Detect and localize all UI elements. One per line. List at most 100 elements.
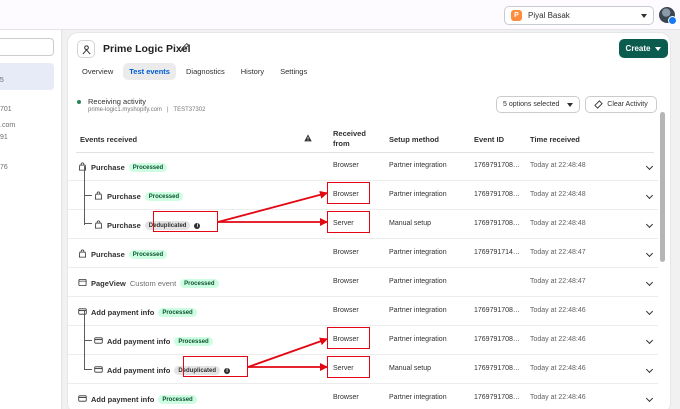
event-name-cell: Add payment info Processed xyxy=(78,307,197,318)
column-header-time: Time received xyxy=(530,135,580,144)
event-filter-select[interactable]: 5 options selected xyxy=(496,96,580,113)
warning-icon xyxy=(304,134,312,144)
page-icon xyxy=(78,278,87,289)
column-header-event-id: Event ID xyxy=(474,135,505,144)
chevron-down-icon[interactable] xyxy=(645,220,654,229)
chevron-down-icon xyxy=(567,102,573,107)
setup-method-cell: Partner integration xyxy=(389,336,447,343)
setup-method-cell: Partner integration xyxy=(389,191,447,198)
event-name-cell: Add payment info Processed xyxy=(94,336,213,347)
chevron-down-icon[interactable] xyxy=(645,365,654,374)
event-id-cell: 1769791708… xyxy=(474,365,520,372)
credit-card-icon xyxy=(78,307,87,318)
credit-card-icon xyxy=(94,365,103,376)
setup-method-cell: Manual setup xyxy=(389,220,432,227)
left-search-input[interactable] xyxy=(0,38,54,56)
table-row[interactable]: Purchase Processed Browser Partner integrat… xyxy=(68,181,658,210)
clear-icon xyxy=(594,100,604,109)
clear-activity-button[interactable]: Clear Activity xyxy=(585,96,657,113)
table-row[interactable]: Add payment info Processed Browser Partner … xyxy=(68,297,658,326)
event-name: Add payment info xyxy=(91,308,155,317)
event-id-cell: 1769791708… xyxy=(474,220,520,227)
store-selector[interactable]: P Piyal Basak xyxy=(504,6,654,25)
event-name: PageView xyxy=(91,279,126,288)
status-domain: prime-logic1.myshopify.com xyxy=(88,107,162,113)
event-name: Add payment info xyxy=(107,366,171,375)
status-badge: Processed xyxy=(144,192,184,201)
pixel-card: Prime Logic Pixel Create Overview Test e… xyxy=(68,33,670,409)
left-selected-item[interactable]: 55 xyxy=(0,63,54,90)
event-name-cell: Add payment info Deduplicated i xyxy=(94,365,231,376)
chevron-down-icon[interactable] xyxy=(645,191,654,200)
info-icon[interactable]: i xyxy=(224,367,231,374)
setup-method-cell: Partner integration xyxy=(389,394,447,401)
create-button-label: Create xyxy=(625,44,651,53)
tab-test-events[interactable]: Test events xyxy=(123,63,176,80)
time-received-cell: Today at 22:48:48 xyxy=(530,162,586,169)
event-type: Custom event xyxy=(129,279,177,288)
time-received-cell: Today at 22:48:48 xyxy=(530,220,586,227)
chevron-down-icon xyxy=(641,13,647,18)
shopping-bag-icon xyxy=(94,220,103,231)
tab-diagnostics[interactable]: Diagnostics xyxy=(180,63,231,80)
left-item-text: 76 xyxy=(0,164,8,171)
tree-connector xyxy=(84,223,92,224)
status-badge: Processed xyxy=(158,308,197,317)
received-from-cell: Server xyxy=(333,220,354,227)
event-name: Add payment info xyxy=(107,337,171,346)
table-row[interactable]: Purchase Deduplicated i Server Manual setup 1… xyxy=(68,210,658,239)
event-id-cell: 1769791708… xyxy=(474,307,520,314)
time-received-cell: Today at 22:48:46 xyxy=(530,365,586,372)
event-id-cell: 1769791708… xyxy=(474,191,520,198)
tab-settings[interactable]: Settings xyxy=(274,63,313,80)
chevron-down-icon[interactable] xyxy=(645,336,654,345)
table-row[interactable]: Add payment info Processed Browser Partner … xyxy=(68,384,658,409)
status-dot-icon xyxy=(77,100,81,104)
table-row[interactable]: Purchase Processed Browser Partner integrat… xyxy=(68,152,658,181)
clear-activity-label: Clear Activity xyxy=(607,101,648,108)
status-badge: Processed xyxy=(158,395,197,404)
status-badge: Processed xyxy=(128,163,168,172)
user-avatar[interactable] xyxy=(659,7,677,25)
scrollbar-thumb[interactable] xyxy=(660,112,665,262)
received-from-cell: Browser xyxy=(333,394,359,401)
status-badge: Deduplicated xyxy=(144,221,191,230)
received-from-cell: Browser xyxy=(333,278,359,285)
received-from-cell: Browser xyxy=(333,336,359,343)
chevron-down-icon[interactable] xyxy=(645,278,654,287)
table-row[interactable]: Add payment info Processed Browser Partner … xyxy=(68,326,658,355)
tab-overview[interactable]: Overview xyxy=(76,63,119,80)
setup-method-cell: Partner integration xyxy=(389,162,447,169)
chevron-down-icon[interactable] xyxy=(645,162,654,171)
tab-history[interactable]: History xyxy=(235,63,270,80)
table-row[interactable]: Add payment info Deduplicated i Server Manua… xyxy=(68,355,658,384)
create-button[interactable]: Create xyxy=(619,39,668,58)
time-received-cell: Today at 22:48:47 xyxy=(530,249,586,256)
tab-bar: Overview Test events Diagnostics History… xyxy=(76,63,313,80)
credit-card-icon xyxy=(94,336,103,347)
event-name-cell: Purchase Processed xyxy=(94,191,184,202)
time-received-cell: Today at 22:48:46 xyxy=(530,394,586,401)
received-from-cell: Browser xyxy=(333,191,359,198)
pencil-icon[interactable] xyxy=(180,42,190,54)
status-separator: | xyxy=(166,107,169,113)
info-icon[interactable]: i xyxy=(194,222,201,229)
chevron-down-icon[interactable] xyxy=(645,249,654,258)
chevron-down-icon[interactable] xyxy=(645,394,654,403)
table-row[interactable]: Purchase Processed Browser Partner integrat… xyxy=(68,239,658,268)
left-item-text: .com xyxy=(0,122,16,129)
scrollbar-track[interactable] xyxy=(659,100,666,409)
chevron-down-icon[interactable] xyxy=(645,307,654,316)
chevron-down-icon xyxy=(655,46,662,51)
event-name: Add payment info xyxy=(91,395,155,404)
event-name-cell: Purchase Processed xyxy=(78,249,168,260)
tree-connector xyxy=(84,369,92,370)
event-name: Purchase xyxy=(107,192,141,201)
tree-connector xyxy=(84,340,92,341)
event-id-cell: 1769791708… xyxy=(474,394,520,401)
status-badge: Processed xyxy=(180,279,219,288)
status-badge: Deduplicated xyxy=(174,366,221,375)
table-row[interactable]: PageView Custom event Processed Browser Part… xyxy=(68,268,658,297)
top-bar: P Piyal Basak xyxy=(0,0,680,30)
shopping-bag-icon xyxy=(78,249,87,260)
